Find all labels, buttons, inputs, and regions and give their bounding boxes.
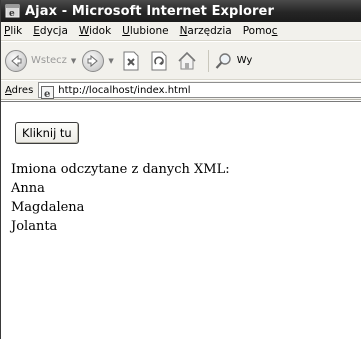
address-input[interactable]: e http://localhost/index.html bbox=[38, 82, 361, 100]
name-item: Anna bbox=[11, 181, 45, 196]
name-item: Jolanta bbox=[11, 219, 58, 234]
result-text: Imiona odczytane z danych XML: Anna Magd… bbox=[11, 160, 230, 236]
menu-item-ulubione[interactable]: Ulubione bbox=[122, 25, 168, 37]
page-content: Kliknij tu Imiona odczytane z danych XML… bbox=[1, 101, 361, 339]
svg-text:e: e bbox=[44, 89, 50, 99]
menu-item-narzedzia[interactable]: Narzędzia bbox=[180, 25, 232, 37]
svg-text:e: e bbox=[9, 9, 15, 19]
forward-arrow-icon[interactable] bbox=[82, 49, 105, 72]
address-url[interactable]: http://localhost/index.html bbox=[58, 85, 190, 96]
back-label[interactable]: Wstecz bbox=[31, 55, 67, 66]
back-dropdown-icon[interactable]: ▼ bbox=[71, 57, 76, 65]
menu-item-edycja[interactable]: Edycja bbox=[33, 25, 68, 37]
address-label: Adres bbox=[5, 84, 34, 96]
home-icon[interactable] bbox=[176, 50, 198, 72]
toolbar-separator bbox=[207, 49, 209, 72]
search-label[interactable]: Wy bbox=[237, 55, 253, 66]
menu-item-pomoc[interactable]: Pomoc bbox=[243, 25, 278, 37]
stop-icon[interactable] bbox=[120, 50, 142, 72]
menu-item-widok[interactable]: Widok bbox=[79, 25, 111, 37]
click-here-button[interactable]: Kliknij tu bbox=[15, 122, 79, 144]
address-bar: Adres e http://localhost/index.html bbox=[1, 81, 361, 100]
ie-page-icon: e bbox=[41, 84, 55, 100]
name-item: Magdalena bbox=[11, 200, 85, 215]
menu-bar: Plik Edycja Widok Ulubione Narzędzia Pom… bbox=[1, 22, 361, 41]
search-icon[interactable] bbox=[213, 50, 235, 72]
result-heading: Imiona odczytane z danych XML: bbox=[11, 162, 230, 177]
back-arrow-icon[interactable] bbox=[5, 49, 27, 72]
title-bar[interactable]: e Ajax - Microsoft Internet Explorer bbox=[1, 0, 361, 22]
ie-window-icon: e bbox=[5, 3, 21, 19]
refresh-icon[interactable] bbox=[148, 50, 170, 72]
toolbar: Wstecz ▼ ▼ Wy bbox=[1, 42, 361, 80]
menu-item-plik[interactable]: Plik bbox=[4, 25, 22, 37]
browser-window: e Ajax - Microsoft Internet Explorer Pli… bbox=[0, 0, 361, 339]
forward-dropdown-icon[interactable]: ▼ bbox=[108, 57, 113, 65]
window-title: Ajax - Microsoft Internet Explorer bbox=[25, 3, 274, 19]
